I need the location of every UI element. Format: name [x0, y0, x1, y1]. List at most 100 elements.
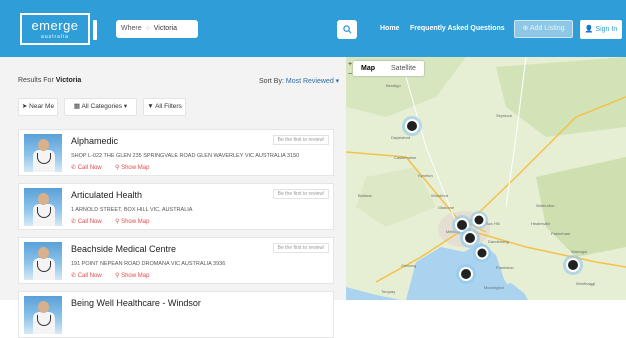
review-badge[interactable]: Be the first to review! [273, 243, 329, 253]
show-map-link[interactable]: ⚲ Show Map [115, 272, 149, 279]
sign-in-label: Sign In [595, 26, 618, 33]
place-label: Warburton [536, 203, 555, 208]
show-map-link[interactable]: ⚲ Show Map [115, 218, 149, 225]
results-location: Victoria [55, 77, 82, 84]
caret-down-icon: ▾ [123, 103, 128, 110]
place-label: Daylesford [391, 135, 410, 140]
all-filters-button[interactable]: ▼ All Filters [143, 98, 186, 116]
nav-home[interactable]: Home [380, 25, 399, 32]
map-pin-icon: ⚲ [115, 273, 120, 279]
listing-thumbnail [24, 242, 62, 280]
place-label: Woodend [431, 193, 448, 198]
user-icon: 👤 [584, 26, 594, 33]
place-label: Pakenham [551, 231, 571, 236]
emerge-logo[interactable]: emerge australia [20, 13, 90, 45]
place-label: Castlemaine [394, 155, 417, 160]
zoom-in-button[interactable]: + [348, 60, 352, 70]
listing-address: SHOP L-022 THE GLEN 235 SPRINGVALE ROAD … [71, 153, 300, 159]
place-label: Ballarat [358, 193, 372, 198]
place-label: Dandenong [488, 239, 509, 244]
listing-name[interactable]: Articulated Health [71, 190, 142, 200]
all-filters-label: All Filters [155, 103, 182, 110]
add-listing-label: Add Listing [529, 25, 565, 32]
where-value: Victoria [153, 25, 177, 32]
near-me-label: Near Me [29, 103, 55, 110]
call-now-link[interactable]: ✆ Call Now [71, 272, 102, 279]
show-map-link[interactable]: ⚲ Show Map [115, 164, 149, 171]
search-button[interactable] [337, 20, 357, 39]
map-canvas[interactable]: Castlemaine Kyneton Woodend Gisborne Mel… [346, 57, 626, 300]
map-type-satellite-button[interactable]: Satellite [383, 61, 424, 76]
map-pin-icon: ⚲ [115, 165, 120, 171]
place-label: Geelong [401, 263, 416, 268]
all-categories-filter[interactable]: ▦ All Categories ▾ [64, 98, 137, 116]
logo-sub: australia [41, 34, 69, 40]
map-view[interactable]: Castlemaine Kyneton Woodend Gisborne Mel… [346, 57, 626, 300]
place-label: Healesville [531, 221, 551, 226]
call-now-label: Call Now [77, 219, 102, 225]
listing-thumbnail [24, 134, 62, 172]
call-now-label: Call Now [77, 165, 102, 171]
map-marker[interactable] [563, 255, 583, 275]
listing-name[interactable]: Beachside Medical Centre [71, 244, 176, 254]
search-icon [342, 25, 352, 34]
sort-dropdown[interactable]: Sort By: Most Reviewed ▾ [259, 77, 339, 85]
phone-icon: ✆ [71, 273, 77, 279]
map-marker[interactable] [456, 264, 476, 284]
funnel-icon: ▼ [147, 103, 154, 110]
zoom-controls: + − [348, 60, 352, 80]
listing-card[interactable]: Articulated Health 1 ARNOLD STREET, BOX … [18, 183, 334, 230]
caret-down-icon: ▾ [335, 78, 340, 85]
place-label: Torquay [381, 289, 395, 294]
place-label: Gisborne [438, 205, 455, 210]
place-label: Mornington [484, 285, 504, 290]
review-badge[interactable]: Be the first to review! [273, 189, 329, 199]
logo-accent-bar [93, 20, 97, 40]
where-label: Where [121, 25, 142, 32]
plus-circle-icon: ⊕ [522, 25, 529, 32]
listing-name[interactable]: Alphamedic [71, 136, 118, 146]
listing-thumbnail [24, 296, 62, 334]
show-map-label: Show Map [121, 219, 150, 225]
show-map-label: Show Map [121, 165, 150, 171]
map-marker[interactable] [470, 211, 488, 229]
zoom-out-button[interactable]: − [348, 70, 352, 80]
grid-icon: ▦ [73, 103, 81, 110]
place-label: Seymour [496, 113, 513, 118]
place-label: Kyneton [418, 173, 433, 178]
place-label: Warragul [571, 249, 587, 254]
phone-icon: ✆ [71, 165, 77, 171]
results-heading: Results For Victoria [18, 77, 81, 84]
place-label: Box Hill [486, 221, 500, 226]
place-label: Wonthaggi [576, 281, 595, 286]
separator-dot: ○ [145, 25, 150, 32]
listing-card[interactable]: Being Well Healthcare - Windsor [18, 291, 334, 338]
sign-in-button[interactable]: 👤 Sign In [580, 20, 622, 39]
nav-faq[interactable]: Frequently Asked Questions [410, 25, 505, 32]
map-type-map-button[interactable]: Map [353, 61, 383, 76]
listing-card[interactable]: Alphamedic SHOP L-022 THE GLEN 235 SPRIN… [18, 129, 334, 176]
place-label: Frankston [496, 265, 514, 270]
top-header: emerge australia Where ○ Victoria Home F… [0, 0, 626, 57]
map-marker[interactable] [402, 116, 422, 136]
location-arrow-icon: ➤ [21, 103, 28, 110]
show-map-label: Show Map [121, 273, 150, 279]
logo-word: emerge [31, 18, 79, 33]
call-now-link[interactable]: ✆ Call Now [71, 164, 102, 171]
add-listing-button[interactable]: ⊕ Add Listing [514, 20, 573, 38]
sort-value: Most Reviewed [285, 78, 334, 85]
listing-card[interactable]: Beachside Medical Centre 191 POINT NEPEA… [18, 237, 334, 284]
map-marker[interactable] [460, 228, 480, 248]
listing-address: 191 POINT NEPEAN ROAD DROMANA VIC AUSTRA… [71, 261, 226, 267]
place-label: Bendigo [386, 83, 401, 88]
call-now-link[interactable]: ✆ Call Now [71, 218, 102, 225]
phone-icon: ✆ [71, 219, 77, 225]
all-categories-label: All Categories [81, 103, 122, 110]
review-badge[interactable]: Be the first to review! [273, 135, 329, 145]
results-prefix: Results For [18, 77, 54, 84]
where-input[interactable]: Where ○ Victoria [116, 20, 198, 38]
near-me-filter[interactable]: ➤ Near Me [18, 98, 58, 116]
map-marker[interactable] [473, 244, 491, 262]
listing-thumbnail [24, 188, 62, 226]
call-now-label: Call Now [77, 273, 102, 279]
